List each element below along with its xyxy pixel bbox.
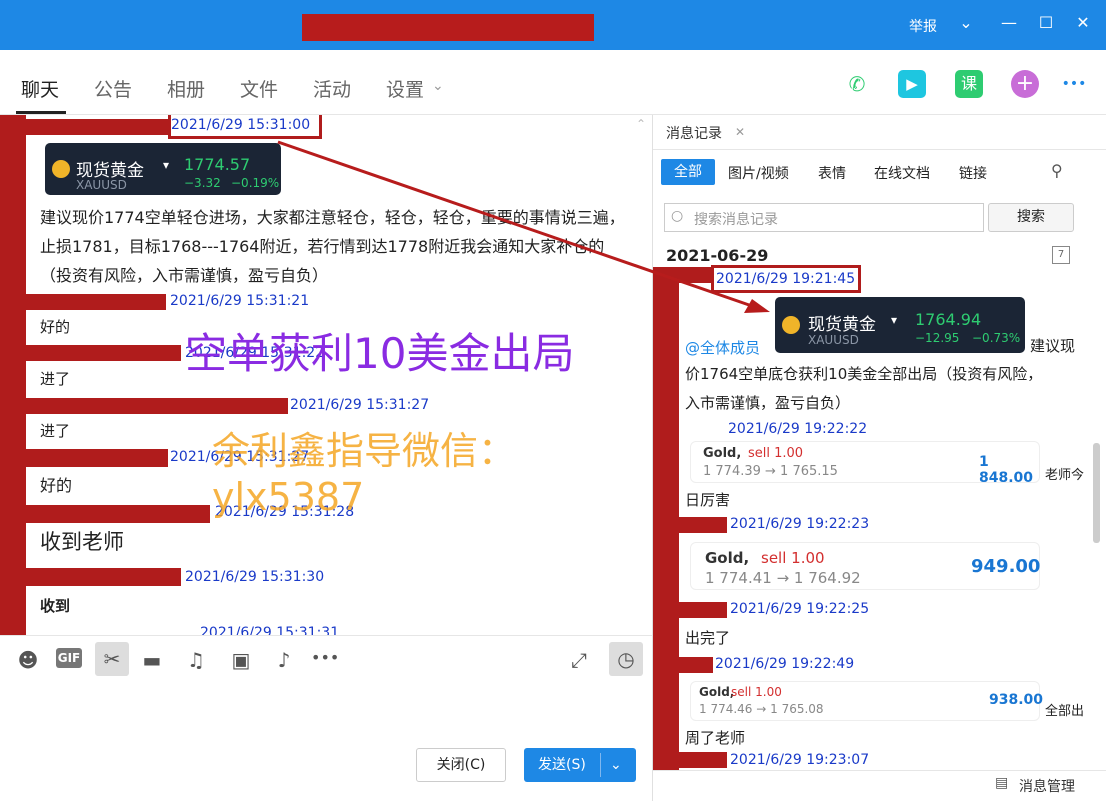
annotation-arrow — [277, 140, 770, 313]
